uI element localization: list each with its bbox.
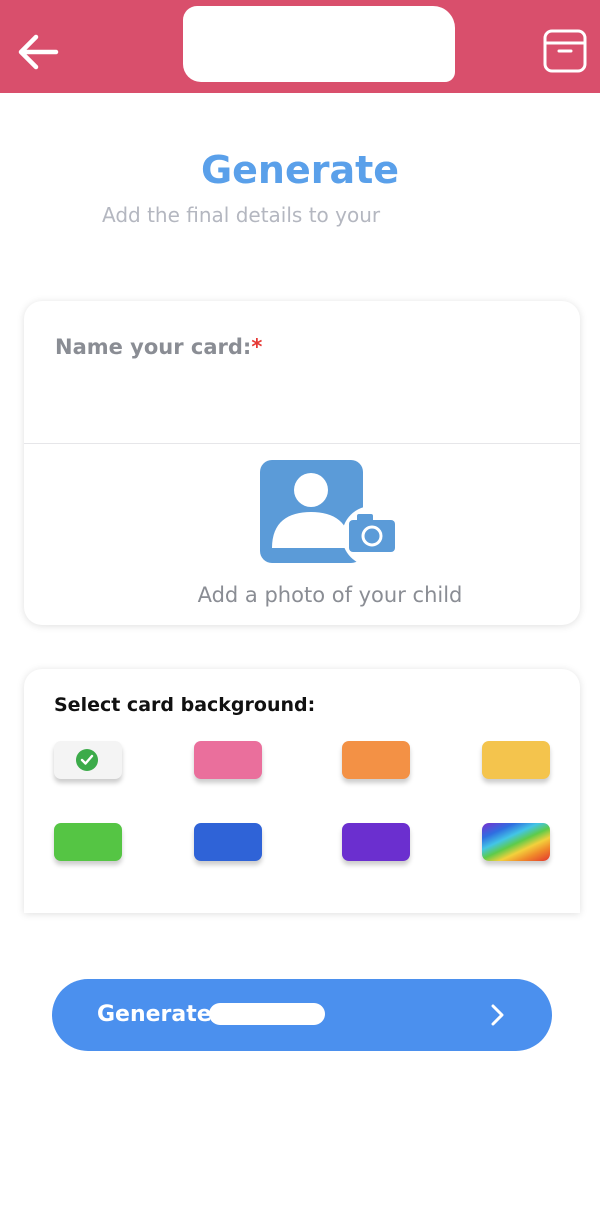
generate-button[interactable]: Generate (52, 979, 552, 1051)
name-label-text: Name your card: (55, 335, 252, 359)
name-card: Name your card:* Add a photo of your chi… (24, 301, 580, 625)
selected-check-icon (76, 749, 98, 771)
add-photo-label: Add a photo of your child (197, 583, 463, 607)
chevron-right-icon (491, 1004, 504, 1026)
background-card: Select card background: (24, 669, 580, 913)
swatch-white[interactable] (54, 741, 122, 779)
page-subtitle: Add the final details to your (102, 203, 381, 227)
swatch-orange[interactable] (342, 741, 410, 779)
archive-button[interactable] (540, 26, 590, 76)
swatch-rainbow[interactable] (482, 823, 550, 861)
swatch-purple[interactable] (342, 823, 410, 861)
card-name-input[interactable] (52, 371, 552, 431)
arrow-left-icon (18, 34, 59, 70)
swatch-pink[interactable] (194, 741, 262, 779)
back-button[interactable] (14, 27, 64, 77)
add-photo-button[interactable] (258, 458, 402, 568)
page-title: Generate (200, 148, 400, 192)
divider (24, 443, 580, 444)
background-label: Select card background: (54, 694, 316, 716)
person-photo-camera-icon (260, 460, 402, 566)
redacted-title (183, 6, 455, 82)
swatch-blue[interactable] (194, 823, 262, 861)
required-mark: * (251, 335, 263, 359)
swatch-green[interactable] (54, 823, 122, 861)
swatch-yellow[interactable] (482, 741, 550, 779)
redacted-button-text (209, 1003, 325, 1025)
name-field-label: Name your card:* (55, 335, 262, 359)
generate-button-label: Generate (97, 1002, 212, 1027)
header-bar (0, 0, 600, 93)
archive-box-icon (543, 29, 587, 73)
